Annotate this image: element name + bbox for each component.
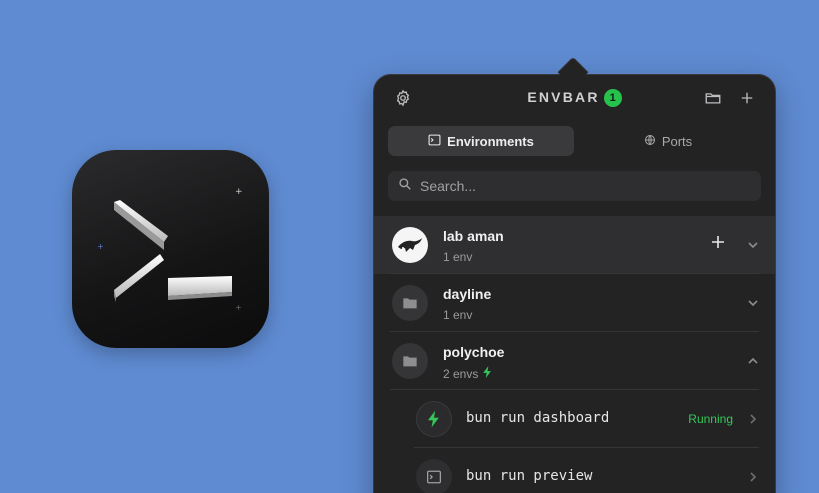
- notification-badge: 1: [603, 89, 622, 107]
- command-text: bun run preview: [466, 468, 593, 484]
- bolt-icon: [416, 401, 452, 437]
- svg-text:+: +: [235, 303, 242, 312]
- tab-label: Ports: [661, 133, 693, 149]
- project-row-polychoe[interactable]: polychoe 2 envs: [374, 332, 775, 390]
- status-label: Running: [688, 412, 733, 426]
- chevron-down-icon[interactable]: [747, 238, 759, 250]
- chevron-up-icon[interactable]: [747, 354, 759, 366]
- globe-icon: [644, 134, 656, 149]
- search-box: [388, 171, 761, 201]
- folder-icon: [392, 285, 428, 321]
- search-icon: [398, 177, 412, 196]
- tab-environments[interactable]: Environments: [388, 126, 574, 156]
- app-title: ENVBAR: [527, 89, 600, 105]
- project-name: polychoe: [443, 344, 505, 360]
- add-env-plus-icon[interactable]: [711, 235, 725, 249]
- folder-icon: [392, 343, 428, 379]
- env-count: 2 envs: [443, 366, 479, 381]
- tab-label: Environments: [447, 133, 534, 149]
- envbar-popover: ENVBAR 1 Environments Ports Search... la…: [373, 74, 776, 493]
- env-count: 1 env: [443, 308, 473, 322]
- command-row-dashboard[interactable]: bun run dashboard Running: [374, 390, 775, 448]
- terminal-icon: [428, 134, 441, 149]
- terminal-icon: [416, 459, 452, 493]
- project-name: lab aman: [443, 228, 504, 244]
- command-text: bun run dashboard: [466, 410, 610, 426]
- project-row-dayline[interactable]: dayline 1 env: [374, 274, 775, 332]
- tab-bar: Environments Ports: [388, 126, 761, 156]
- svg-text:+: +: [97, 242, 104, 251]
- avatar: [392, 227, 428, 263]
- chevron-right-icon[interactable]: [747, 470, 759, 482]
- chevron-down-icon[interactable]: [747, 296, 759, 308]
- command-row-preview[interactable]: bun run preview: [374, 448, 775, 493]
- env-count: 1 env: [443, 250, 473, 264]
- chevron-right-icon[interactable]: [747, 412, 759, 424]
- bolt-icon: [483, 366, 492, 381]
- project-row-lab-aman[interactable]: lab aman 1 env: [374, 216, 775, 274]
- plus-icon[interactable]: [738, 89, 756, 107]
- folder-icon[interactable]: [704, 89, 722, 107]
- svg-text:+: +: [235, 187, 243, 197]
- tab-ports[interactable]: Ports: [575, 126, 761, 156]
- project-name: dayline: [443, 286, 492, 302]
- search-input[interactable]: [420, 178, 740, 194]
- terminal-app-icon[interactable]: + + +: [72, 150, 269, 348]
